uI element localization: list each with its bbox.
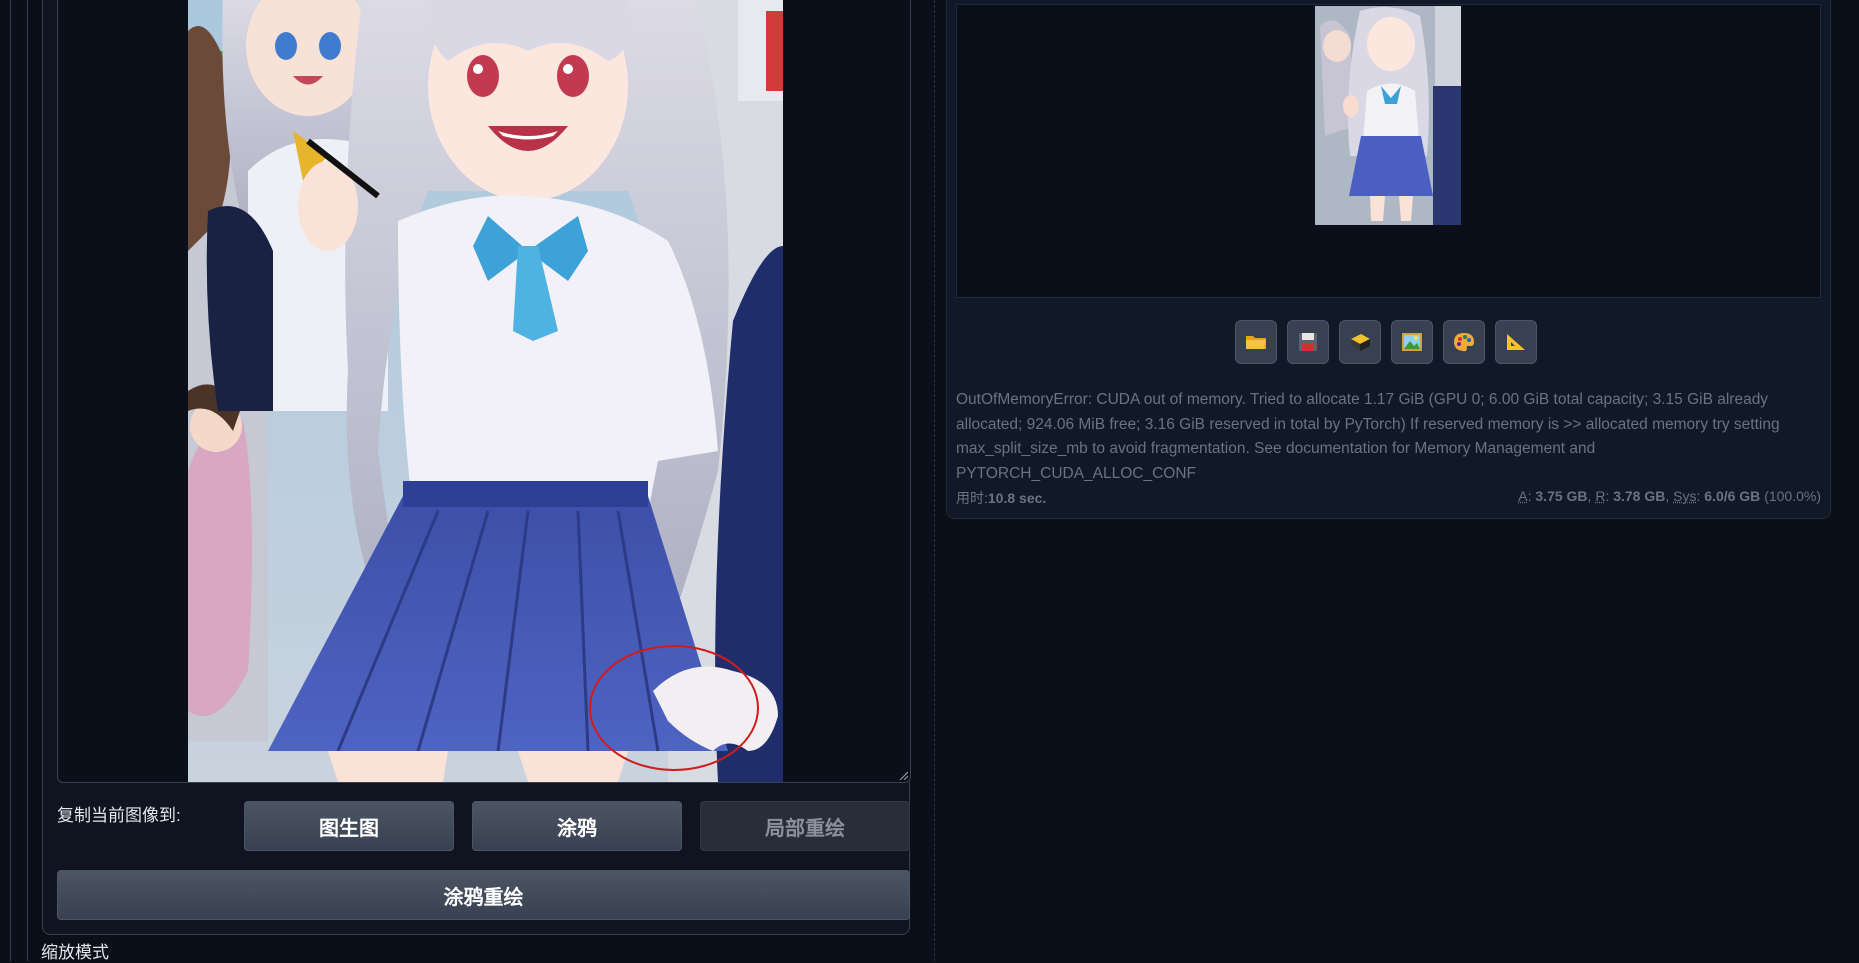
folder-icon xyxy=(1244,331,1268,353)
send-to-img2img-button[interactable]: 图生图 xyxy=(244,801,454,851)
output-thumbnail[interactable] xyxy=(1315,6,1461,225)
save-button[interactable] xyxy=(1287,320,1329,364)
error-message: OutOfMemoryError: CUDA out of memory. Tr… xyxy=(956,388,1822,486)
mem-sys-label: Sys xyxy=(1673,488,1696,504)
save-icon xyxy=(1297,331,1319,353)
copy-to-label: 复制当前图像到: xyxy=(57,801,181,826)
image-icon xyxy=(1400,331,1424,353)
mem-sys-value: 6.0/6 GB xyxy=(1704,488,1760,504)
mem-a-value: 3.75 GB xyxy=(1535,488,1587,504)
edited-image xyxy=(58,0,910,782)
resize-handle-icon[interactable] xyxy=(898,770,908,780)
send-extras-button[interactable] xyxy=(1443,320,1485,364)
zip-icon xyxy=(1348,331,1372,353)
mem-r-label: R xyxy=(1595,488,1605,504)
send-image-button[interactable] xyxy=(1391,320,1433,364)
send-to-sketch-button[interactable]: 涂鸦 xyxy=(472,801,682,851)
elapsed-time-label: 用时: xyxy=(956,490,988,506)
mem-a-label: A xyxy=(1518,488,1527,504)
memory-stats: A: 3.75 GB, R: 3.78 GB, Sys: 6.0/6 GB (1… xyxy=(1518,488,1821,504)
zip-button[interactable] xyxy=(1339,320,1381,364)
frame-line-left xyxy=(10,0,11,961)
mem-sys-percent: (100.0%) xyxy=(1764,488,1821,504)
palette-icon xyxy=(1452,331,1476,353)
inpaint-sketch-button[interactable]: 涂鸦重绘 xyxy=(57,870,910,920)
open-folder-button[interactable] xyxy=(1235,320,1277,364)
ruler-icon xyxy=(1504,331,1528,353)
elapsed-time-value: 10.8 sec. xyxy=(988,490,1046,506)
column-divider xyxy=(934,0,935,961)
ruler-button[interactable] xyxy=(1495,320,1537,364)
sketch-canvas[interactable] xyxy=(57,0,911,783)
mem-r-value: 3.78 GB xyxy=(1613,488,1665,504)
elapsed-time: 用时:10.8 sec. xyxy=(956,488,1046,508)
frame-line-inner xyxy=(27,0,28,961)
scale-mode-label: 缩放模式 xyxy=(41,938,109,963)
send-to-inpaint-button[interactable]: 局部重绘 xyxy=(700,801,910,851)
